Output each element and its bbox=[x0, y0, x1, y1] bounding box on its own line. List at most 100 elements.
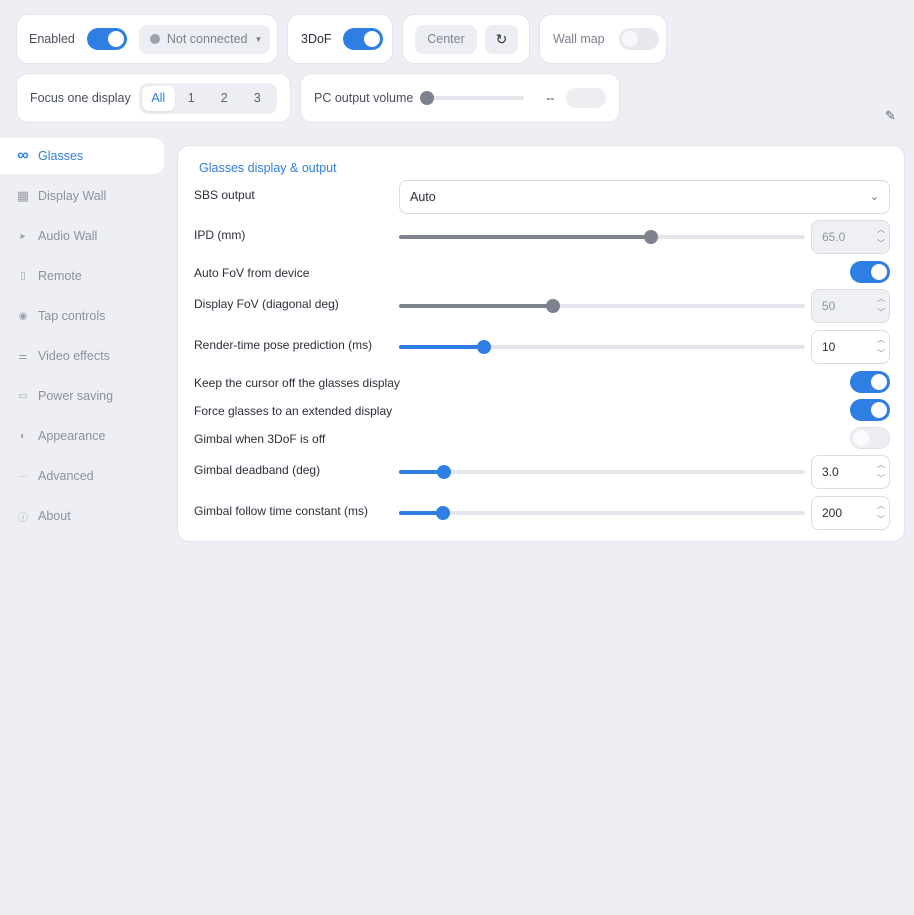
battery-icon: ▭ bbox=[18, 390, 28, 402]
dof-label: 3DoF bbox=[301, 32, 332, 46]
fov-stepper[interactable]: ︿ ﹀ bbox=[877, 292, 885, 320]
sidebar-item-tap-controls[interactable]: ◉ Tap controls bbox=[0, 298, 164, 334]
fov-label: Display FoV (diagonal deg) bbox=[194, 297, 339, 311]
deadband-slider-thumb[interactable] bbox=[436, 465, 451, 479]
deadband-input[interactable]: 3.0 ︿ ﹀ bbox=[811, 455, 890, 489]
sidebar-item-display-wall[interactable]: ▦ Display Wall bbox=[0, 178, 164, 214]
volume-mute-button[interactable] bbox=[566, 88, 607, 108]
ipd-input[interactable]: 65.0 ︿ ﹀ bbox=[811, 220, 890, 254]
auto-fov-toggle[interactable] bbox=[850, 261, 890, 283]
sidebar-item-appearance[interactable]: ◐ Appearance bbox=[0, 418, 164, 454]
sbs-value: Auto bbox=[410, 190, 436, 204]
center-card: Center ↻ bbox=[402, 14, 530, 64]
status-dot-icon bbox=[149, 34, 160, 44]
fov-input[interactable]: 50 ︿ ﹀ bbox=[811, 289, 890, 323]
focus-label: Focus one display bbox=[30, 91, 131, 105]
refresh-icon: ↻ bbox=[495, 30, 508, 47]
focus-option-1[interactable]: 1 bbox=[175, 86, 208, 111]
wall-map-label: Wall map bbox=[553, 32, 605, 46]
follow-value: 200 bbox=[822, 506, 843, 520]
ipd-slider-fill bbox=[399, 235, 651, 239]
pose-value: 10 bbox=[822, 340, 836, 354]
follow-slider[interactable] bbox=[399, 506, 805, 520]
volume-card: PC output volume -- bbox=[300, 73, 620, 123]
ipd-stepper[interactable]: ︿ ﹀ bbox=[877, 223, 885, 251]
play-icon: ▸ bbox=[20, 230, 26, 242]
ipd-label: IPD (mm) bbox=[194, 228, 246, 242]
sidebar-item-video-effects[interactable]: ⚌ Video effects bbox=[0, 338, 164, 374]
ipd-slider[interactable] bbox=[399, 230, 805, 244]
sbs-label: SBS output bbox=[194, 188, 255, 202]
chevron-down-icon[interactable]: ﹀ bbox=[877, 237, 885, 251]
sidebar-item-label: Remote bbox=[38, 269, 82, 283]
contrast-icon: ◐ bbox=[19, 430, 27, 442]
enabled-card: Enabled Not connected ▼ bbox=[16, 14, 278, 64]
pose-slider[interactable] bbox=[399, 340, 805, 354]
chevron-up-icon[interactable]: ︿ bbox=[877, 333, 885, 347]
sidebar-item-label: Power saving bbox=[38, 389, 114, 403]
sbs-select[interactable]: Auto ⌄ bbox=[399, 180, 890, 214]
deadband-stepper[interactable]: ︿ ﹀ bbox=[877, 458, 885, 486]
recenter-button[interactable]: ↻ bbox=[485, 24, 518, 54]
target-icon: ◉ bbox=[18, 310, 28, 322]
sidebar-item-about[interactable]: ⓘ About bbox=[0, 498, 164, 534]
center-button-label: Center bbox=[427, 32, 465, 46]
center-button[interactable]: Center bbox=[415, 24, 477, 54]
info-icon: ⓘ bbox=[18, 512, 28, 524]
chevron-down-icon: ⌄ bbox=[869, 191, 879, 203]
sliders-icon: ⚌ bbox=[18, 350, 28, 362]
sidebar-item-glasses[interactable]: ∞ Glasses bbox=[0, 138, 164, 174]
cursor-toggle[interactable] bbox=[850, 371, 890, 393]
connection-dropdown[interactable]: Not connected ▼ bbox=[138, 24, 270, 54]
phone-icon: ▯ bbox=[20, 270, 26, 282]
focus-card: Focus one display All 1 2 3 bbox=[16, 73, 291, 123]
pose-label: Render-time pose prediction (ms) bbox=[194, 338, 373, 352]
focus-option-3[interactable]: 3 bbox=[241, 86, 274, 111]
extended-toggle[interactable] bbox=[850, 399, 890, 421]
ipd-slider-thumb[interactable] bbox=[643, 230, 658, 244]
chevron-down-icon[interactable]: ﹀ bbox=[877, 306, 885, 320]
sidebar-item-label: Appearance bbox=[38, 429, 106, 443]
ipd-value: 65.0 bbox=[822, 230, 846, 244]
chevron-up-icon[interactable]: ︿ bbox=[877, 499, 885, 513]
edit-icon[interactable]: ✎ bbox=[885, 108, 896, 124]
volume-slider-thumb[interactable] bbox=[420, 91, 435, 105]
more-icon: ··· bbox=[18, 471, 28, 481]
chevron-down-icon[interactable]: ﹀ bbox=[877, 347, 885, 361]
enabled-toggle[interactable] bbox=[86, 28, 127, 50]
volume-slider[interactable] bbox=[420, 91, 525, 105]
deadband-slider[interactable] bbox=[399, 465, 805, 479]
fov-slider-thumb[interactable] bbox=[546, 299, 561, 313]
focus-segmented-control: All 1 2 3 bbox=[138, 82, 277, 114]
sidebar-item-remote[interactable]: ▯ Remote bbox=[0, 258, 164, 294]
follow-label: Gimbal follow time constant (ms) bbox=[194, 504, 369, 518]
sidebar-item-audio-wall[interactable]: ▸ Audio Wall bbox=[0, 218, 164, 254]
chevron-down-icon[interactable]: ﹀ bbox=[877, 472, 885, 486]
sidebar-item-advanced[interactable]: ··· Advanced bbox=[0, 458, 164, 494]
follow-stepper[interactable]: ︿ ﹀ bbox=[877, 499, 885, 527]
sidebar-item-label: Advanced bbox=[38, 469, 94, 483]
gimbal-toggle[interactable] bbox=[850, 427, 890, 449]
focus-option-2[interactable]: 2 bbox=[208, 86, 241, 111]
follow-input[interactable]: 200 ︿ ﹀ bbox=[811, 496, 890, 530]
sidebar-item-label: Audio Wall bbox=[38, 229, 98, 243]
sidebar-item-power-saving[interactable]: ▭ Power saving bbox=[0, 378, 164, 414]
dof-card: 3DoF bbox=[287, 14, 393, 64]
chevron-up-icon[interactable]: ︿ bbox=[877, 458, 885, 472]
deadband-label: Gimbal deadband (deg) bbox=[194, 463, 321, 477]
fov-slider[interactable] bbox=[399, 299, 805, 313]
chevron-up-icon[interactable]: ︿ bbox=[877, 292, 885, 306]
glasses-panel: Glasses display & output SBS output Auto… bbox=[177, 145, 905, 542]
extended-label: Force glasses to an extended display bbox=[194, 404, 393, 418]
pose-input[interactable]: 10 ︿ ﹀ bbox=[811, 330, 890, 364]
dof-toggle[interactable] bbox=[342, 28, 383, 50]
volume-value: -- bbox=[546, 91, 555, 105]
focus-option-all[interactable]: All bbox=[141, 85, 175, 111]
wall-map-toggle[interactable] bbox=[618, 28, 659, 50]
pose-stepper[interactable]: ︿ ﹀ bbox=[877, 333, 885, 361]
chevron-up-icon[interactable]: ︿ bbox=[877, 223, 885, 237]
pose-slider-thumb[interactable] bbox=[477, 340, 492, 354]
follow-slider-thumb[interactable] bbox=[435, 506, 450, 520]
chevron-down-icon[interactable]: ﹀ bbox=[877, 513, 885, 527]
enabled-label: Enabled bbox=[29, 32, 75, 46]
